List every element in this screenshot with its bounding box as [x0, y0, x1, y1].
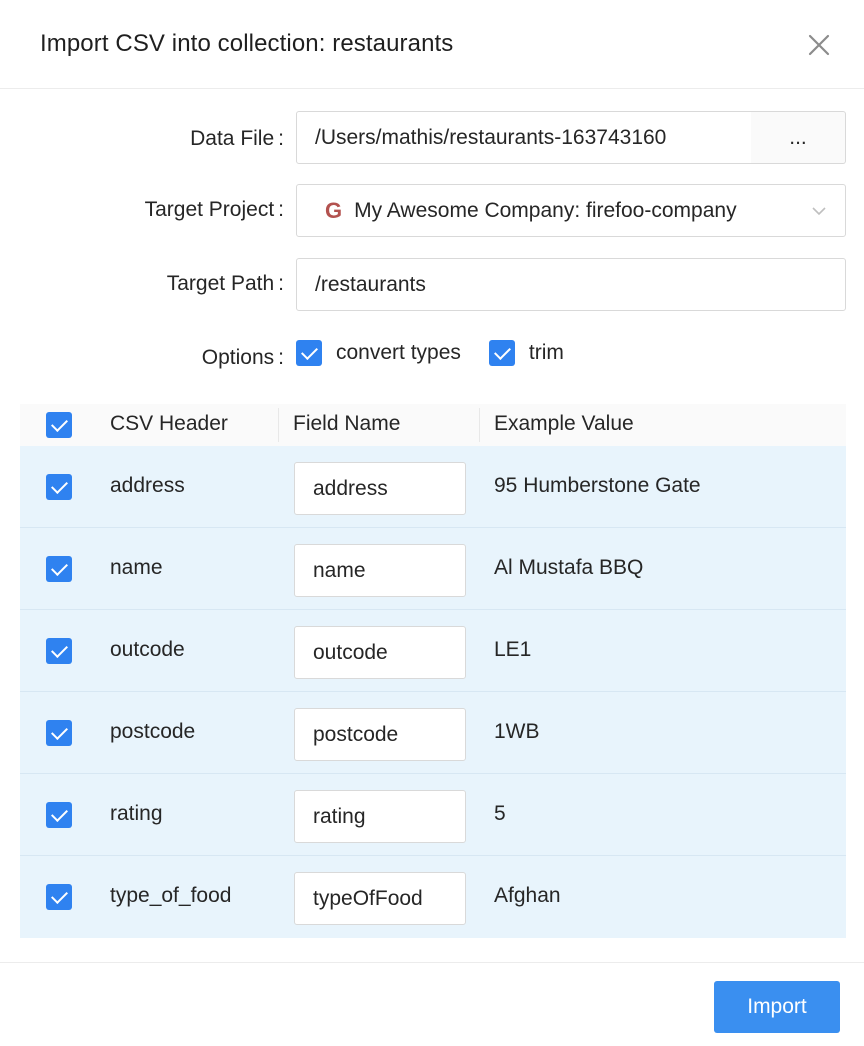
- field-name-input[interactable]: rating: [294, 790, 466, 843]
- example-value-cell: Afghan: [494, 884, 561, 907]
- options-label: Options:: [201, 346, 284, 369]
- table-header: CSV Header Field Name Example Value: [20, 404, 846, 446]
- row-checkbox[interactable]: [46, 638, 72, 664]
- target-project-label: Target Project:: [144, 198, 284, 221]
- csv-header-cell: address: [110, 474, 185, 497]
- example-value-cell: LE1: [494, 638, 532, 661]
- row-checkbox[interactable]: [46, 720, 72, 746]
- field-name-input[interactable]: name: [294, 544, 466, 597]
- import-button[interactable]: Import: [714, 981, 840, 1033]
- field-name-column: Field Name: [293, 412, 401, 435]
- table-row: address address 95 Humberstone Gate: [20, 446, 846, 528]
- import-csv-dialog: Import CSV into collection: restaurants …: [0, 0, 864, 1046]
- options-group: convert types trim: [296, 340, 592, 366]
- field-name-input[interactable]: outcode: [294, 626, 466, 679]
- close-icon[interactable]: [806, 32, 832, 58]
- select-all-checkbox[interactable]: [46, 412, 72, 438]
- row-checkbox[interactable]: [46, 474, 72, 500]
- google-icon: G: [325, 197, 343, 223]
- target-project-select[interactable]: G My Awesome Company: firefoo-company: [296, 184, 846, 237]
- example-value-cell: 95 Humberstone Gate: [494, 474, 701, 497]
- data-file-input[interactable]: /Users/mathis/restaurants-163743160: [296, 111, 752, 164]
- field-name-input[interactable]: address: [294, 462, 466, 515]
- example-value-cell: Al Mustafa BBQ: [494, 556, 644, 579]
- dialog-header: Import CSV into collection: restaurants: [0, 0, 864, 89]
- table-row: outcode outcode LE1: [20, 610, 846, 692]
- dialog-footer: Import: [0, 962, 864, 1046]
- example-value-column: Example Value: [494, 412, 634, 435]
- column-divider: [278, 408, 279, 442]
- csv-header-cell: outcode: [110, 638, 185, 661]
- convert-types-option[interactable]: convert types: [296, 340, 461, 366]
- field-name-input[interactable]: typeOfFood: [294, 872, 466, 925]
- row-checkbox[interactable]: [46, 556, 72, 582]
- row-checkbox[interactable]: [46, 802, 72, 828]
- field-name-input[interactable]: postcode: [294, 708, 466, 761]
- example-value-cell: 1WB: [494, 720, 540, 743]
- convert-types-checkbox[interactable]: [296, 340, 322, 366]
- chevron-down-icon: [812, 207, 826, 216]
- column-divider: [479, 408, 480, 442]
- data-file-label: Data File:: [190, 127, 284, 150]
- target-path-label: Target Path:: [166, 272, 284, 295]
- table-row: rating rating 5: [20, 774, 846, 856]
- field-mapping-table: CSV Header Field Name Example Value addr…: [20, 404, 846, 938]
- csv-header-cell: postcode: [110, 720, 196, 743]
- csv-header-column: CSV Header: [110, 412, 228, 435]
- trim-checkbox[interactable]: [488, 340, 515, 366]
- browse-button[interactable]: ...: [751, 111, 846, 164]
- target-path-input[interactable]: /restaurants: [296, 258, 846, 311]
- csv-header-cell: type_of_food: [110, 884, 232, 907]
- dialog-title: Import CSV into collection: restaurants: [40, 30, 454, 57]
- table-row: type_of_food typeOfFood Afghan: [20, 856, 846, 938]
- csv-header-cell: rating: [110, 802, 163, 825]
- csv-header-cell: name: [110, 556, 163, 579]
- table-row: postcode postcode 1WB: [20, 692, 846, 774]
- trim-option[interactable]: trim: [488, 340, 564, 366]
- table-row: name name Al Mustafa BBQ: [20, 528, 846, 610]
- example-value-cell: 5: [494, 802, 506, 825]
- row-checkbox[interactable]: [46, 884, 72, 910]
